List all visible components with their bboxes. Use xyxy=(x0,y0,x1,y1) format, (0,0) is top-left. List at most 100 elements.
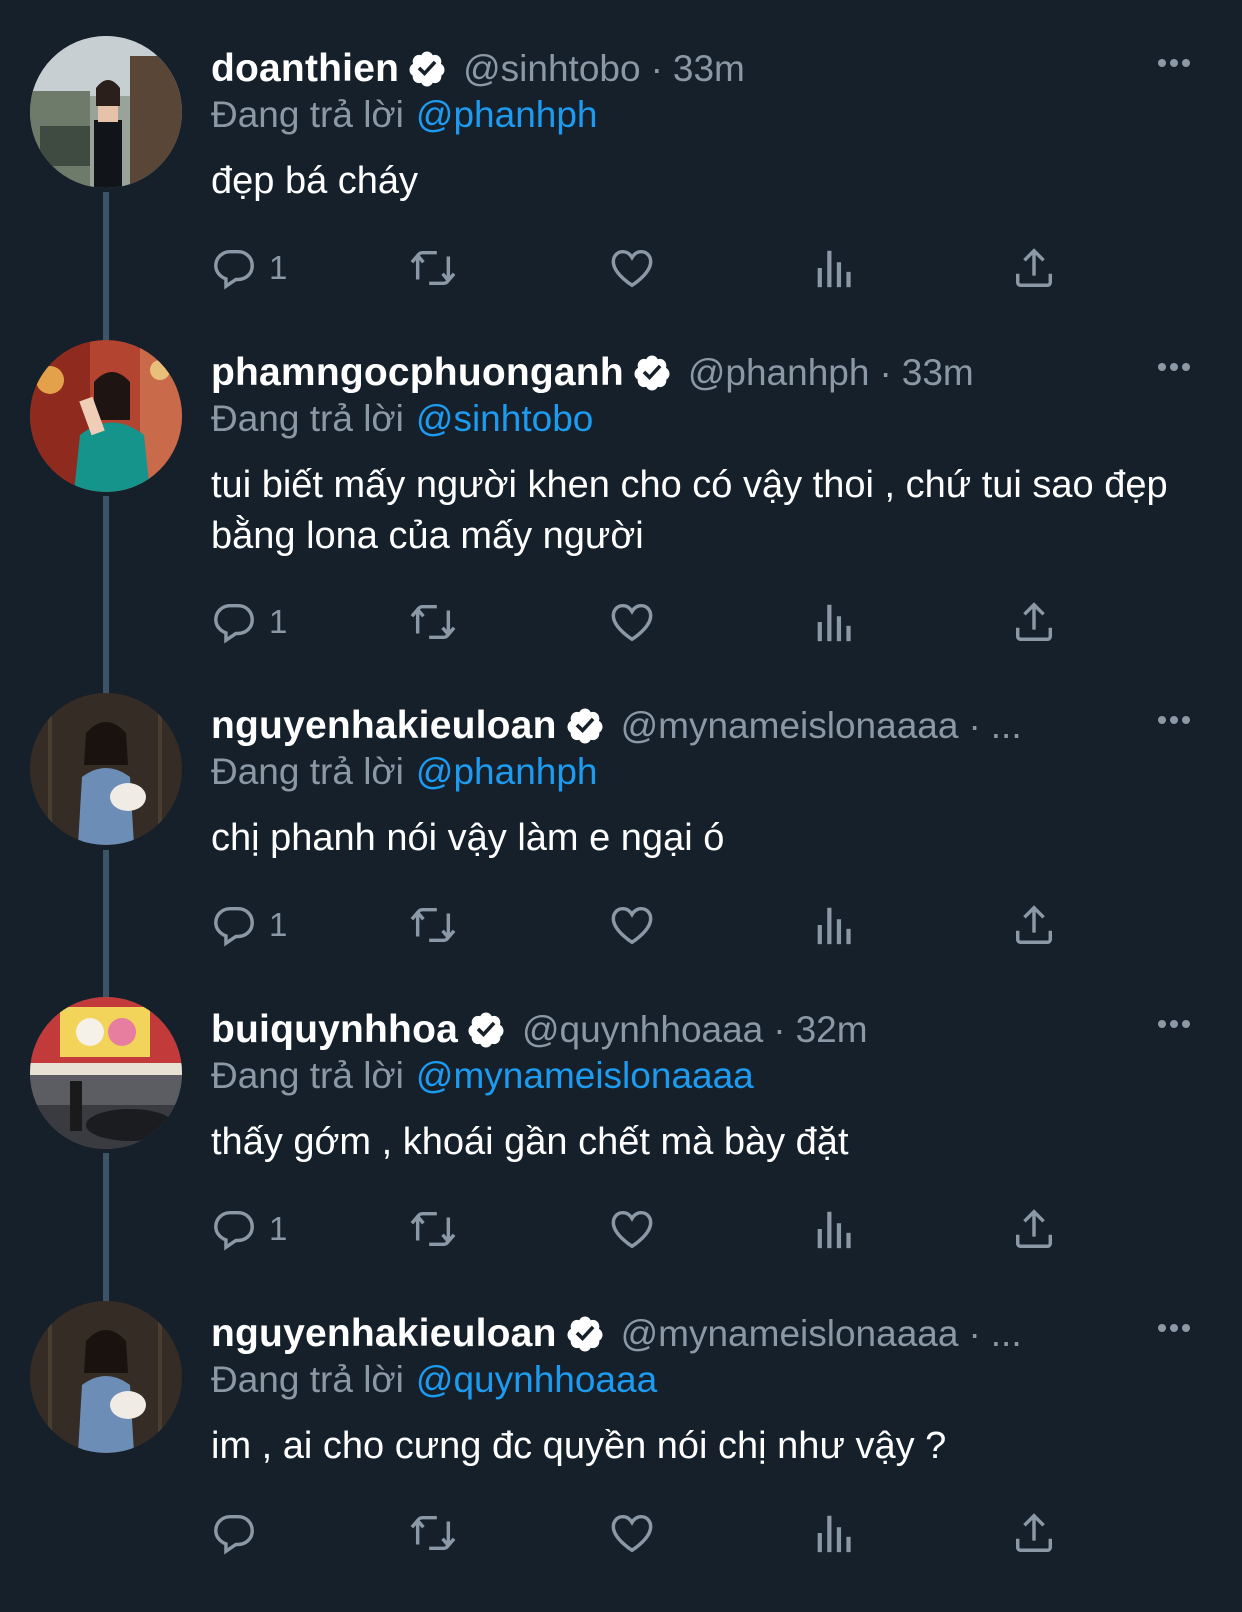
user-handle[interactable]: @mynameislonaaaa xyxy=(621,1313,959,1355)
separator: · xyxy=(968,1313,981,1354)
retweet-button[interactable] xyxy=(407,243,459,293)
retweet-icon xyxy=(410,1515,456,1551)
retweet-icon xyxy=(410,604,456,640)
share-icon xyxy=(1015,1513,1053,1552)
more-icon[interactable] xyxy=(1158,54,1198,70)
retweet-icon xyxy=(410,250,456,286)
reply-button[interactable]: 1 xyxy=(211,900,287,950)
views-button[interactable] xyxy=(813,1508,853,1558)
tweet[interactable]: nguyenhakieuloan @mynameislonaaaa · ... … xyxy=(0,1265,1242,1612)
replying-to: Đang trả lời @phanhph xyxy=(211,751,598,793)
replying-to-label: Đang trả lời xyxy=(211,751,404,792)
display-name[interactable]: buiquynhhoa xyxy=(211,1008,458,1052)
views-icon xyxy=(817,250,851,288)
retweet-button[interactable] xyxy=(407,900,459,950)
views-icon xyxy=(817,604,851,642)
separator: · xyxy=(879,352,892,393)
user-handle[interactable]: @quynhhoaaa xyxy=(522,1009,763,1051)
more-icon[interactable] xyxy=(1158,1015,1198,1031)
retweet-button[interactable] xyxy=(407,1204,459,1254)
display-name[interactable]: nguyenhakieuloan xyxy=(211,1312,557,1356)
share-icon xyxy=(1015,602,1053,641)
avatar[interactable] xyxy=(30,693,182,845)
more-icon[interactable] xyxy=(1158,358,1198,374)
reply-button[interactable]: 1 xyxy=(211,1204,287,1254)
timestamp[interactable]: ... xyxy=(991,705,1022,747)
share-button[interactable] xyxy=(1011,1508,1057,1558)
verified-badge-icon xyxy=(632,353,672,393)
like-button[interactable] xyxy=(609,900,655,950)
tweet-text: im , ai cho cưng đc quyền nói chị như vậ… xyxy=(211,1425,947,1467)
tweet-text: chị phanh nói vậy làm e ngại ó xyxy=(211,817,725,859)
like-button[interactable] xyxy=(609,243,655,293)
mention-link[interactable]: @phanhph xyxy=(416,94,598,135)
share-button[interactable] xyxy=(1011,900,1057,950)
user-handle[interactable]: @mynameislonaaaa xyxy=(621,705,959,747)
avatar[interactable] xyxy=(30,340,182,492)
reply-button[interactable]: 1 xyxy=(211,243,287,293)
timestamp[interactable]: 32m xyxy=(796,1009,868,1051)
replying-to-label: Đang trả lời xyxy=(211,1055,404,1096)
retweet-icon xyxy=(410,1211,456,1247)
replying-to: Đang trả lời @sinhtobo xyxy=(211,398,593,440)
mention-link[interactable]: @phanhph xyxy=(416,751,598,792)
share-button[interactable] xyxy=(1011,243,1057,293)
mention-link[interactable]: @sinhtobo xyxy=(416,398,593,439)
views-button[interactable] xyxy=(813,243,853,293)
replying-to-label: Đang trả lời xyxy=(211,94,404,135)
avatar[interactable] xyxy=(30,997,182,1149)
tweet[interactable]: buiquynhhoa @quynhhoaaa · 32m Đang trả l… xyxy=(0,961,1242,1265)
display-name[interactable]: nguyenhakieuloan xyxy=(211,704,557,748)
tweet[interactable]: nguyenhakieuloan @mynameislonaaaa · ... … xyxy=(0,657,1242,961)
retweet-button[interactable] xyxy=(407,597,459,647)
tweet[interactable]: doanthien @sinhtobo · 33m Đang trả lời @p… xyxy=(0,0,1242,304)
reply-icon xyxy=(214,249,254,290)
retweet-icon xyxy=(410,907,456,943)
reply-icon xyxy=(214,1210,254,1251)
share-icon xyxy=(1015,248,1053,287)
replying-to: Đang trả lời @quynhhoaaa xyxy=(211,1359,657,1401)
display-name[interactable]: doanthien xyxy=(211,47,399,91)
replying-to-label: Đang trả lời xyxy=(211,1359,404,1400)
tweet-actions: 1 xyxy=(211,243,1111,293)
tweet-actions: 1 xyxy=(211,597,1111,647)
user-handle[interactable]: @sinhtobo xyxy=(463,48,640,90)
avatar[interactable] xyxy=(30,36,182,188)
tweet-actions: 1 xyxy=(211,1204,1111,1254)
share-icon xyxy=(1015,905,1053,944)
share-button[interactable] xyxy=(1011,1204,1057,1254)
verified-badge-icon xyxy=(565,706,605,746)
heart-icon xyxy=(611,906,653,945)
views-button[interactable] xyxy=(813,597,853,647)
share-button[interactable] xyxy=(1011,597,1057,647)
tweet-text: đẹp bá cháy xyxy=(211,160,419,202)
verified-badge-icon xyxy=(407,49,447,89)
avatar[interactable] xyxy=(30,1301,182,1453)
reply-button[interactable]: 1 xyxy=(211,597,287,647)
views-button[interactable] xyxy=(813,900,853,950)
separator: · xyxy=(968,705,981,746)
timestamp[interactable]: 33m xyxy=(673,48,745,90)
mention-link[interactable]: @mynameislonaaaa xyxy=(416,1055,754,1096)
more-icon[interactable] xyxy=(1158,711,1198,727)
more-icon[interactable] xyxy=(1158,1319,1198,1335)
like-button[interactable] xyxy=(609,1508,655,1558)
reply-icon xyxy=(214,906,254,947)
timestamp[interactable]: ... xyxy=(991,1313,1022,1355)
tweet[interactable]: phamngocphuonganh @phanhph · 33m Đang tr… xyxy=(0,304,1242,657)
verified-badge-icon xyxy=(565,1314,605,1354)
retweet-button[interactable] xyxy=(407,1508,459,1558)
timestamp[interactable]: 33m xyxy=(902,352,974,394)
mention-link[interactable]: @quynhhoaaa xyxy=(416,1359,657,1400)
views-button[interactable] xyxy=(813,1204,853,1254)
display-name[interactable]: phamngocphuonganh xyxy=(211,351,624,395)
like-button[interactable] xyxy=(609,597,655,647)
heart-icon xyxy=(611,249,653,288)
reply-button[interactable] xyxy=(211,1508,269,1558)
reply-icon xyxy=(214,603,254,644)
like-button[interactable] xyxy=(609,1204,655,1254)
user-handle[interactable]: @phanhph xyxy=(688,352,870,394)
tweet-actions: 1 xyxy=(211,900,1111,950)
reply-count: 1 xyxy=(269,1210,288,1247)
verified-badge-icon xyxy=(466,1010,506,1050)
